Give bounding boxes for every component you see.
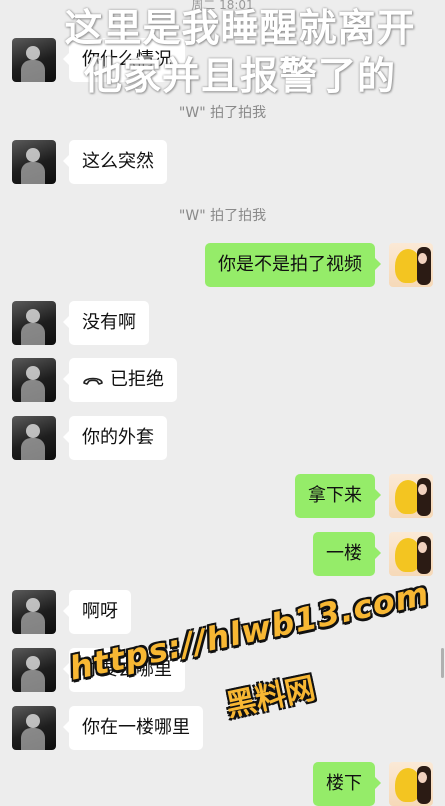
sent-message-bubble[interactable]: 拿下来 (295, 474, 381, 518)
scrollbar[interactable] (441, 648, 444, 678)
sent-message-bubble[interactable]: 一楼 (313, 532, 381, 576)
my-avatar[interactable] (389, 243, 433, 287)
call-status-label: 已拒绝 (110, 369, 164, 390)
contact-avatar[interactable] (12, 38, 56, 82)
overlay-caption: 这里是我睡醒就离开他家并且报警了的 (64, 6, 416, 98)
sent-message-bubble[interactable]: 楼下 (313, 762, 381, 806)
call-declined-icon (83, 377, 103, 385)
sent-message-bubble[interactable]: 你是不是拍了视频 (205, 243, 381, 287)
contact-avatar[interactable] (12, 706, 56, 750)
contact-avatar[interactable] (12, 301, 56, 345)
received-message-bubble[interactable]: 啊呀 (63, 590, 131, 634)
received-message-bubble[interactable]: 这么突然 (63, 140, 167, 184)
contact-avatar[interactable] (12, 648, 56, 692)
contact-avatar[interactable] (12, 358, 56, 402)
pat-notification: "W" 拍了拍我 (178, 105, 267, 121)
watermark-site-name: 黑料网 (223, 670, 319, 724)
contact-avatar[interactable] (12, 416, 56, 460)
contact-avatar[interactable] (12, 140, 56, 184)
my-avatar[interactable] (389, 762, 433, 806)
my-avatar[interactable] (389, 474, 433, 518)
received-message-bubble[interactable]: 你在一楼哪里 (63, 706, 203, 750)
received-message-bubble[interactable]: 你的外套 (63, 416, 167, 460)
pat-notification: "W" 拍了拍我 (178, 208, 267, 224)
contact-avatar[interactable] (12, 590, 56, 634)
call-declined-bubble[interactable]: 已拒绝 (63, 358, 177, 402)
my-avatar[interactable] (389, 532, 433, 576)
received-message-bubble[interactable]: 没有啊 (63, 301, 149, 345)
